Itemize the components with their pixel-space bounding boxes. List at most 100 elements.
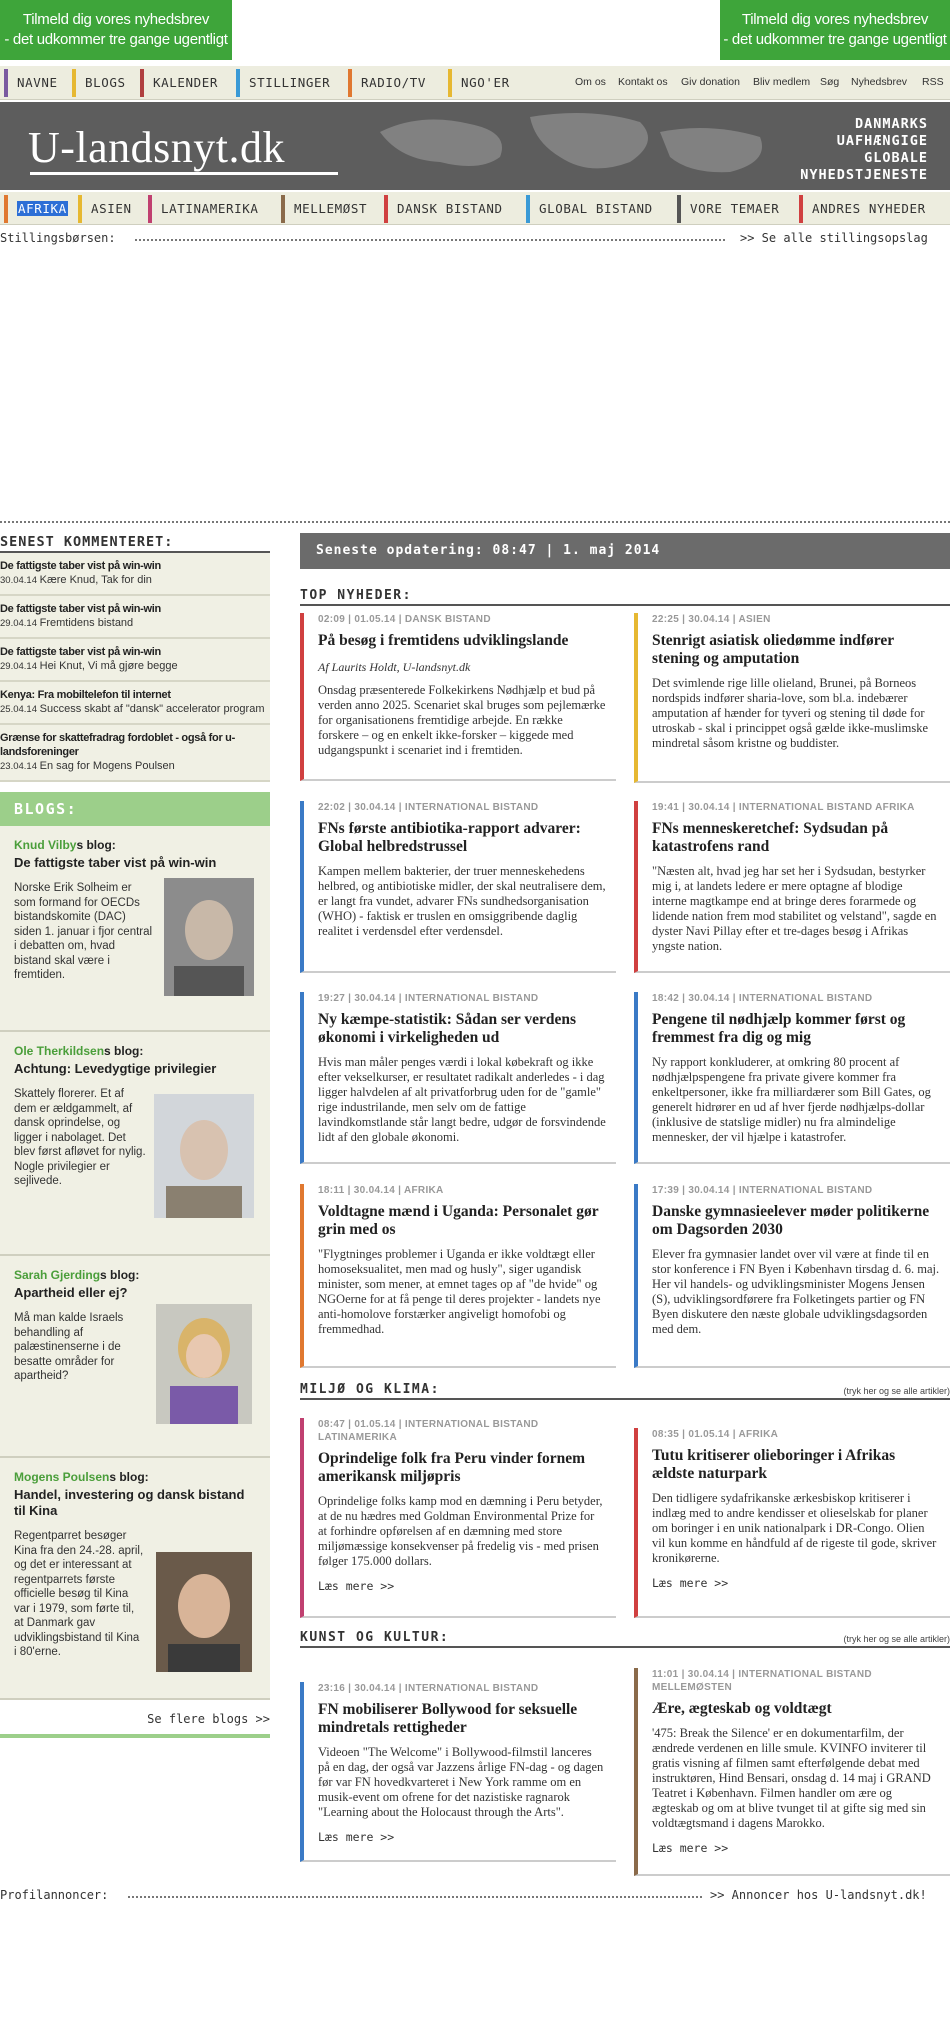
link-giv-donation[interactable]: Giv donation	[681, 76, 740, 88]
blog-item[interactable]: Mogens Poulsens blog: Handel, investerin…	[0, 1458, 270, 1700]
read-more-link[interactable]: Læs mere >>	[318, 1579, 606, 1593]
article-meta: 22:02 | 30.04.14 | INTERNATIONAL BISTAND	[318, 802, 539, 813]
article-title[interactable]: Pengene til nødhjælp kommer først og fre…	[652, 1011, 940, 1047]
comment-article-title[interactable]: De fattigste taber vist på win-win	[0, 559, 270, 573]
link-nyhedsbrev[interactable]: Nyhedsbrev	[851, 76, 907, 88]
article-body: Onsdag præsenterede Folkekirkens Nødhjæl…	[318, 683, 606, 757]
blog-author-name: Sarah Gjerding	[14, 1268, 101, 1282]
comment-item[interactable]: Grænse for skattefradrag fordoblet - ogs…	[0, 725, 270, 782]
dotted-divider	[128, 1896, 702, 1898]
stillings-link[interactable]: >> Se alle stillingsopslag	[740, 231, 928, 245]
article-title[interactable]: FNs første antibiotika-rapport advarer: …	[318, 820, 606, 856]
blog-author-name: Ole Therkildsen	[14, 1044, 105, 1058]
tagline-line: DANMARKS	[854, 116, 928, 132]
site-logo[interactable]: U-landsnyt.dk	[28, 122, 285, 173]
article-card[interactable]: 02:09 | 01.05.14 | DANSK BISTAND På besø…	[300, 613, 616, 781]
nav-stillinger[interactable]: STILLINGER	[236, 69, 339, 97]
nav-vore-temaer[interactable]: VORE TEMAER	[677, 195, 788, 223]
article-title[interactable]: Stenrigt asiatisk oliedømme indfører ste…	[652, 632, 940, 668]
blog-title[interactable]: Achtung: Levedygtige privilegier	[14, 1061, 256, 1077]
article-title[interactable]: FN mobiliserer Bollywood for seksuelle m…	[318, 1701, 606, 1737]
comment-meta: 25.04.14 Success skabt af "dansk" accele…	[0, 702, 270, 717]
read-more-link[interactable]: Læs mere >>	[652, 1576, 940, 1590]
link-kontakt-os[interactable]: Kontakt os	[618, 76, 668, 88]
nav-mellemoest[interactable]: MELLEMØST	[281, 195, 376, 223]
read-more-link[interactable]: Læs mere >>	[652, 1841, 940, 1855]
comment-item[interactable]: De fattigste taber vist på win-win 29.04…	[0, 639, 270, 682]
section-all-articles-link[interactable]: (tryk her og se alle artikler)	[843, 1386, 950, 1396]
blog-author[interactable]: Ole Therkildsens blog:	[14, 1044, 256, 1058]
blog-author[interactable]: Mogens Poulsens blog:	[14, 1470, 256, 1484]
newsletter-banner-left[interactable]: Tilmeld dig vores nyhedsbrev - det udkom…	[0, 0, 232, 60]
nav-afrika-label: AFRIKA	[17, 201, 68, 216]
section-title: KUNST OG KULTUR:	[300, 1630, 450, 1645]
comment-meta: 29.04.14 Hei Knut, Vi må gjøre begge	[0, 659, 270, 674]
article-title[interactable]: FNs menneskeretchef: Sydsudan på katastr…	[652, 820, 940, 856]
article-title[interactable]: Ære, ægteskab og voldtægt	[652, 1700, 940, 1718]
link-soeg[interactable]: Søg	[820, 76, 839, 88]
blog-author-photo	[156, 1552, 252, 1672]
blog-item[interactable]: Knud Vilbys blog: De fattigste taber vis…	[0, 826, 270, 1032]
article-body: Elever fra gymnasier landet over vil vær…	[652, 1247, 940, 1336]
blog-author[interactable]: Knud Vilbys blog:	[14, 838, 256, 852]
section-all-articles-link[interactable]: (tryk her og se alle artikler)	[843, 1634, 950, 1644]
newsletter-banner-line1: Tilmeld dig vores nyhedsbrev	[741, 11, 929, 28]
link-om-os[interactable]: Om os	[575, 76, 606, 88]
comment-item[interactable]: De fattigste taber vist på win-win 30.04…	[0, 553, 270, 596]
nav-navne[interactable]: NAVNE	[4, 69, 67, 97]
article-meta: 19:27 | 30.04.14 | INTERNATIONAL BISTAND	[318, 993, 539, 1004]
article-card[interactable]: 18:11 | 30.04.14 | AFRIKA Voldtagne mænd…	[300, 1184, 616, 1368]
blog-author[interactable]: Sarah Gjerdings blog:	[14, 1268, 256, 1282]
article-title[interactable]: Oprindelige folk fra Peru vinder fornem …	[318, 1450, 606, 1486]
nav-ngoer[interactable]: NGO'ER	[448, 69, 519, 97]
comment-meta: 23.04.14 En sag for Mogens Poulsen	[0, 759, 270, 774]
article-card[interactable]: 19:41 | 30.04.14 | INTERNATIONAL BISTAND…	[634, 801, 950, 973]
blog-title[interactable]: Apartheid eller ej?	[14, 1285, 256, 1301]
article-card[interactable]: 22:25 | 30.04.14 | ASIEN Stenrigt asiati…	[634, 613, 950, 783]
newsletter-banner-right[interactable]: Tilmeld dig vores nyhedsbrev - det udkom…	[720, 0, 950, 60]
article-card[interactable]: 23:16 | 30.04.14 | INTERNATIONAL BISTAND…	[300, 1682, 616, 1862]
nav-latinamerika[interactable]: LATINAMERIKA	[148, 195, 268, 223]
comment-article-title[interactable]: De fattigste taber vist på win-win	[0, 602, 270, 616]
nav-asien[interactable]: ASIEN	[78, 195, 141, 223]
nav-blogs[interactable]: BLOGS	[72, 69, 135, 97]
article-title[interactable]: Voldtagne mænd i Uganda: Personalet gør …	[318, 1203, 606, 1239]
nav-afrika[interactable]: AFRIKA	[4, 195, 77, 223]
read-more-link[interactable]: Læs mere >>	[318, 1830, 606, 1844]
comment-date: 29.04.14	[0, 661, 37, 672]
article-card[interactable]: 22:02 | 30.04.14 | INTERNATIONAL BISTAND…	[300, 801, 616, 973]
blog-item[interactable]: Ole Therkildsens blog: Achtung: Levedygt…	[0, 1032, 270, 1256]
article-title[interactable]: Ny kæmpe-statistik: Sådan ser verdens øk…	[318, 1011, 606, 1047]
comment-article-title[interactable]: Kenya: Fra mobiltelefon til internet	[0, 688, 270, 702]
stillings-label: Stillingsbørsen:	[0, 231, 116, 245]
blog-title[interactable]: Handel, investering og dansk bistand til…	[14, 1487, 256, 1519]
tagline-line: GLOBALE	[864, 150, 928, 166]
blog-item[interactable]: Sarah Gjerdings blog: Apartheid eller ej…	[0, 1256, 270, 1458]
article-card[interactable]: 17:39 | 30.04.14 | INTERNATIONAL BISTAND…	[634, 1184, 950, 1368]
blog-author-photo	[156, 1304, 252, 1424]
profil-link[interactable]: >> Annoncer hos U-landsnyt.dk!	[710, 1888, 927, 1902]
article-card[interactable]: 18:42 | 30.04.14 | INTERNATIONAL BISTAND…	[634, 992, 950, 1164]
blog-excerpt: Må man kalde Israels behandling af palæs…	[14, 1312, 124, 1382]
article-card[interactable]: 08:35 | 01.05.14 | AFRIKA Tutu kritisere…	[634, 1428, 950, 1618]
article-title[interactable]: Tutu kritiserer olieboringer i Afrikas æ…	[652, 1447, 940, 1483]
nav-global-bistand[interactable]: GLOBAL BISTAND	[526, 195, 662, 223]
link-rss[interactable]: RSS	[922, 76, 944, 88]
comment-article-title[interactable]: De fattigste taber vist på win-win	[0, 645, 270, 659]
comment-date: 25.04.14	[0, 704, 37, 715]
comment-item[interactable]: Kenya: Fra mobiltelefon til internet 25.…	[0, 682, 270, 725]
nav-dansk-bistand[interactable]: DANSK BISTAND	[384, 195, 512, 223]
comment-article-title[interactable]: Grænse for skattefradrag fordoblet - ogs…	[0, 731, 270, 759]
article-card[interactable]: 11:01 | 30.04.14 | INTERNATIONAL BISTAND…	[634, 1668, 950, 1876]
blog-title[interactable]: De fattigste taber vist på win-win	[14, 855, 256, 871]
link-bliv-medlem[interactable]: Bliv medlem	[753, 76, 810, 88]
nav-kalender[interactable]: KALENDER	[140, 69, 227, 97]
article-card[interactable]: 08:47 | 01.05.14 | INTERNATIONAL BISTAND…	[300, 1418, 616, 1618]
article-card[interactable]: 19:27 | 30.04.14 | INTERNATIONAL BISTAND…	[300, 992, 616, 1164]
comment-item[interactable]: De fattigste taber vist på win-win 29.04…	[0, 596, 270, 639]
nav-radio-tv[interactable]: RADIO/TV	[348, 69, 435, 97]
nav-andres-nyheder[interactable]: ANDRES NYHEDER	[799, 195, 935, 223]
article-title[interactable]: På besøg i fremtidens udviklingslande	[318, 632, 606, 650]
more-blogs-link[interactable]: Se flere blogs >>	[0, 1700, 270, 1738]
article-title[interactable]: Danske gymnasieelever møder politikerne …	[652, 1203, 940, 1239]
